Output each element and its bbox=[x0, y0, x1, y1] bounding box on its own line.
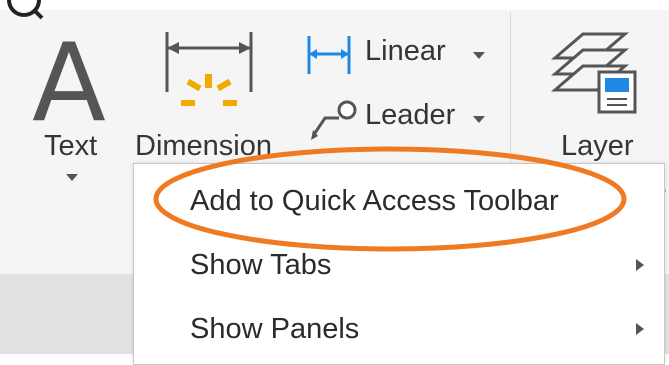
submenu-arrow-icon bbox=[636, 259, 644, 271]
app-menu-icon[interactable] bbox=[4, 0, 44, 20]
leader-icon bbox=[311, 100, 357, 140]
dimension-tool-label: Dimension bbox=[135, 130, 272, 162]
layer-tool-label: Layer bbox=[561, 130, 634, 162]
dimension-icon bbox=[165, 32, 253, 106]
menu-item-label: Add to Quick Access Toolbar bbox=[190, 185, 559, 217]
linear-dimension-button[interactable]: Linear bbox=[305, 28, 500, 84]
leader-dropdown-icon[interactable] bbox=[473, 116, 485, 124]
text-tool-button[interactable]: A Text bbox=[22, 22, 122, 192]
leader-label: Leader bbox=[365, 99, 456, 131]
menu-item-show-panels[interactable]: Show Panels bbox=[134, 298, 664, 360]
menu-item-label: Show Panels bbox=[190, 313, 360, 345]
ribbon-top-gap bbox=[0, 0, 669, 10]
linear-dropdown-icon[interactable] bbox=[473, 52, 485, 60]
menu-item-show-tabs[interactable]: Show Tabs bbox=[134, 234, 664, 296]
text-tool-label: Text bbox=[44, 130, 98, 162]
linear-dimension-label: Linear bbox=[365, 35, 446, 67]
menu-item-label: Show Tabs bbox=[190, 249, 332, 281]
layer-properties-icon bbox=[550, 32, 637, 114]
leader-button[interactable]: Leader bbox=[305, 92, 500, 148]
dimension-tool-button[interactable]: Dimension bbox=[135, 22, 295, 162]
linear-dimension-icon bbox=[307, 36, 351, 74]
context-menu: Add to Quick Access Toolbar Show Tabs Sh… bbox=[133, 163, 665, 365]
layer-properties-button[interactable]: Layer bbox=[545, 22, 645, 172]
submenu-arrow-icon bbox=[636, 323, 644, 335]
text-icon: A bbox=[32, 21, 106, 146]
text-dropdown-icon[interactable] bbox=[66, 174, 78, 182]
menu-item-add-to-quick-access-toolbar[interactable]: Add to Quick Access Toolbar bbox=[134, 170, 664, 232]
